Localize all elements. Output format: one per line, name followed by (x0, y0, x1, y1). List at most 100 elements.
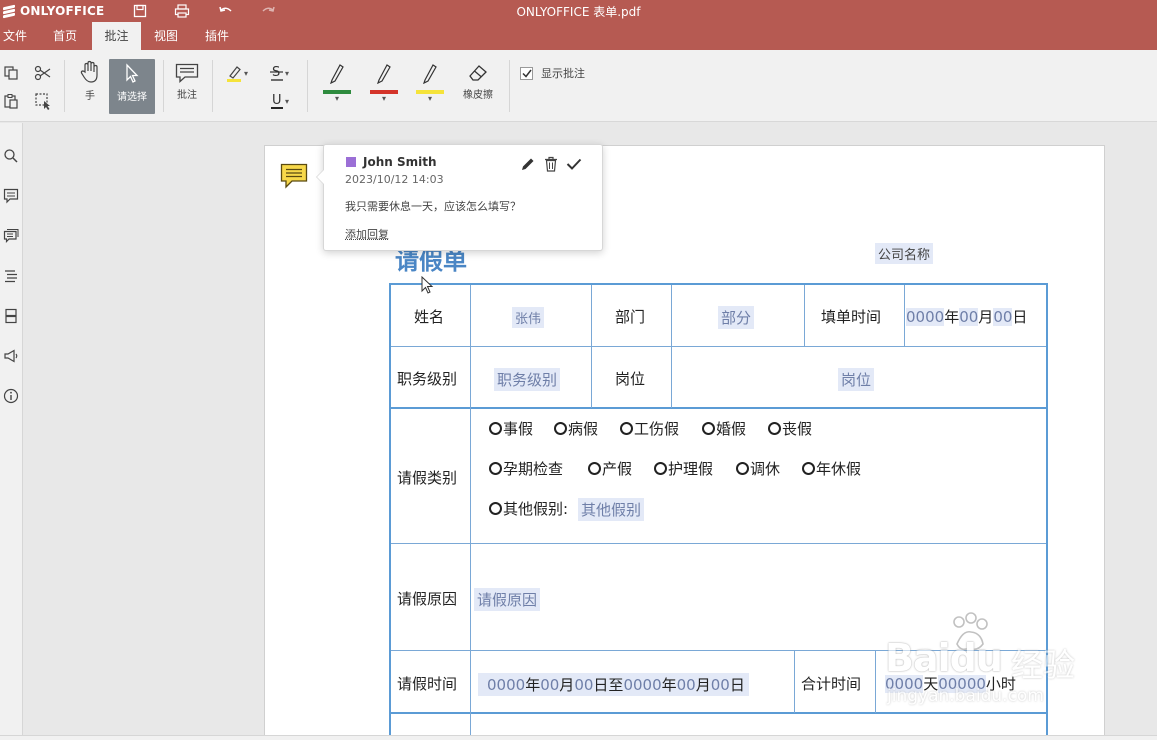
toolbar: 手 请选择 批注 ▾ S ▾ U ▾ ▾ ▾ ▾ 橡皮擦 (0, 50, 1157, 122)
start-year[interactable]: 0000 (487, 676, 526, 694)
leave-period-field[interactable]: 0000年00月00日至0000年00月00日 (478, 673, 749, 696)
sidebar-comments-button[interactable] (2, 187, 20, 205)
select-tool-label: 请选择 (117, 92, 147, 103)
radio-button[interactable] (554, 422, 567, 435)
tab-home[interactable]: 首页 (47, 22, 83, 50)
start-month[interactable]: 00 (540, 676, 560, 694)
select-all-button[interactable] (32, 90, 54, 112)
headings-icon (5, 270, 17, 283)
comment-marker-icon[interactable] (280, 163, 308, 189)
leave-option-marriage[interactable]: 婚假 (702, 418, 746, 439)
leave-option-maternity[interactable]: 产假 (588, 458, 632, 479)
comment-author: John Smith (363, 155, 437, 169)
copy-button[interactable] (0, 62, 22, 84)
tab-plugins[interactable]: 插件 (199, 22, 235, 50)
cut-button[interactable] (32, 62, 54, 84)
sidebar-feedback-button[interactable] (2, 347, 20, 365)
radio-button[interactable] (736, 462, 749, 475)
toolbar-separator (212, 60, 213, 112)
leave-option-injury[interactable]: 工伤假 (620, 418, 679, 439)
radio-button[interactable] (802, 462, 815, 475)
leave-option-compensatory[interactable]: 调休 (736, 458, 780, 479)
job-level-field[interactable]: 职务级别 (494, 368, 561, 391)
show-comments-checkbox[interactable]: 显示批注 (520, 65, 585, 81)
radio-button[interactable] (489, 502, 502, 515)
label-leave-reason: 请假原因 (397, 590, 458, 608)
tab-comment[interactable]: 批注 (92, 22, 141, 50)
fill-date-day[interactable]: 00 (993, 308, 1013, 326)
hand-icon (80, 60, 98, 83)
radio-button[interactable] (489, 422, 502, 435)
tab-view[interactable]: 视图 (148, 22, 184, 50)
chevron-down-icon: ▾ (284, 96, 289, 106)
sidebar-chat-button[interactable] (2, 227, 20, 245)
watermark-url: jingyan.baidu.com (887, 686, 1044, 706)
highlight-button[interactable]: ▾ (222, 62, 252, 84)
other-leave-field[interactable]: 其他假别 (578, 498, 645, 521)
chevron-down-icon: ▾ (284, 68, 289, 78)
company-name-field[interactable]: 公司名称 (875, 243, 934, 264)
radio-button[interactable] (702, 422, 715, 435)
hand-tool-button[interactable]: 手 (76, 60, 104, 102)
fill-date-field[interactable]: 0000年00月00日 (906, 306, 1027, 327)
tab-file[interactable]: 文件 (0, 22, 33, 50)
fill-date-month[interactable]: 00 (959, 308, 979, 326)
radio-button[interactable] (768, 422, 781, 435)
leave-option-nursing[interactable]: 护理假 (654, 458, 713, 479)
leave-reason-field[interactable]: 请假原因 (474, 588, 541, 611)
sidebar-headings-button[interactable] (2, 267, 20, 285)
megaphone-icon (4, 349, 18, 363)
table-col-divider (794, 651, 795, 713)
dept-field[interactable]: 部分 (718, 306, 755, 329)
leave-option-bereavement[interactable]: 丧假 (768, 418, 812, 439)
delete-comment-button[interactable] (542, 155, 560, 173)
author-color-swatch (346, 157, 356, 167)
leave-option-personal[interactable]: 事假 (489, 418, 533, 439)
edit-comment-button[interactable] (519, 155, 537, 173)
radio-button[interactable] (654, 462, 667, 475)
name-field[interactable]: 张伟 (512, 307, 545, 328)
pen-yellow-button[interactable]: ▾ (415, 62, 445, 103)
cursor-arrow-icon (126, 63, 139, 83)
info-icon (3, 388, 19, 404)
resolve-comment-button[interactable] (565, 155, 583, 173)
add-reply-link[interactable]: 添加回复 (345, 226, 389, 242)
radio-button[interactable] (588, 462, 601, 475)
radio-button[interactable] (620, 422, 633, 435)
sidebar-search-button[interactable] (2, 147, 20, 165)
pen-green-button[interactable]: ▾ (322, 62, 352, 103)
toolbar-separator (307, 60, 308, 112)
end-day[interactable]: 00 (710, 676, 730, 694)
table-row-divider (391, 543, 1046, 544)
chat-icon (3, 229, 19, 243)
leave-option-other[interactable]: 其他假别: (489, 498, 568, 519)
strikethrough-icon: S (269, 65, 283, 81)
leave-option-prenatal[interactable]: 孕期检查 (489, 458, 563, 479)
end-month[interactable]: 00 (676, 676, 696, 694)
comment-text: 我只需要休息一天，应该怎么填写？ (345, 200, 521, 213)
leave-option-sick[interactable]: 病假 (554, 418, 598, 439)
strikethrough-button[interactable]: S ▾ (264, 62, 294, 84)
eraser-button[interactable]: 橡皮擦 (457, 63, 499, 101)
position-field[interactable]: 岗位 (838, 368, 875, 391)
pen-red-button[interactable]: ▾ (369, 62, 399, 103)
fill-date-year[interactable]: 0000 (906, 308, 945, 326)
month-char: 月 (559, 676, 575, 694)
sidebar-thumbnails-button[interactable] (2, 307, 20, 325)
leave-option-annual[interactable]: 年休假 (802, 458, 861, 479)
radio-button[interactable] (489, 462, 502, 475)
search-icon (4, 149, 18, 163)
chevron-down-icon: ▾ (427, 94, 432, 103)
end-year[interactable]: 0000 (623, 676, 662, 694)
left-sidebar (0, 123, 23, 735)
paste-button[interactable] (0, 90, 22, 112)
sidebar-about-button[interactable] (2, 387, 20, 405)
scissors-icon (34, 65, 51, 81)
start-day[interactable]: 00 (574, 676, 594, 694)
add-comment-button[interactable]: 批注 (172, 63, 202, 101)
checkbox-box[interactable] (520, 66, 533, 80)
underline-button[interactable]: U ▾ (264, 90, 294, 112)
eraser-label: 橡皮擦 (463, 90, 493, 101)
label-job-level: 职务级别 (397, 370, 458, 388)
select-tool-button[interactable]: 请选择 (109, 59, 155, 114)
